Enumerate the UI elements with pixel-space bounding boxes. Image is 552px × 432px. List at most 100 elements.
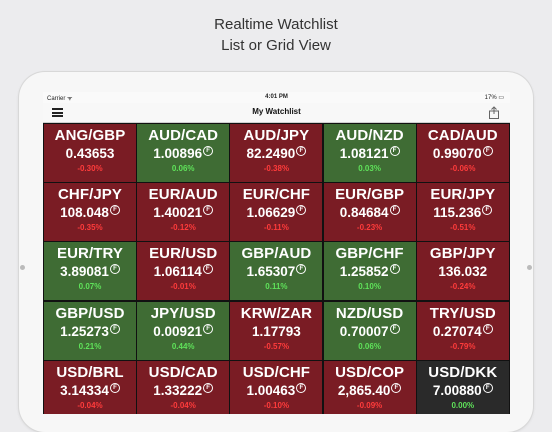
- tile-price-value: 82.2490: [246, 146, 296, 161]
- tile-price: 0.84684 F: [324, 205, 416, 220]
- tile-price-value: 0.99070: [432, 146, 482, 161]
- tile-change: 0.06%: [358, 341, 381, 351]
- promo-line-1: Realtime Watchlist: [214, 16, 338, 33]
- tile-pair: AUD/NZD: [335, 127, 404, 144]
- tile-usd-chf[interactable]: USD/CHF 1.00463 F -0.10%: [230, 360, 323, 414]
- tile-price-value: 3.14334: [60, 382, 109, 398]
- tile-pair: EUR/TRY: [57, 245, 123, 263]
- tile-change: -0.09%: [356, 400, 383, 410]
- tile-pair: GBP/CHF: [335, 245, 404, 263]
- tile-usd-dkk[interactable]: USD/DKK 7.00880 F 0.00%: [416, 360, 509, 414]
- tile-usd-brl[interactable]: USD/BRL 3.14334 F -0.04%: [44, 360, 136, 414]
- favorite-badge-icon: F: [296, 264, 307, 275]
- tile-eur-try[interactable]: EUR/TRY 3.89081 F 0.07%: [44, 242, 136, 301]
- tile-change: -0.38%: [263, 164, 290, 173]
- tile-price: 1.06114 F: [137, 264, 229, 279]
- tile-gbp-jpy[interactable]: GBP/JPY 136.032 -0.24%: [416, 242, 509, 301]
- tile-price-value: 2,865.40: [337, 382, 391, 398]
- battery-indicator: 17% ▭: [484, 95, 504, 101]
- tile-price: 1.33222 F: [137, 382, 229, 398]
- tile-price: 1.06629 F: [230, 205, 322, 220]
- tile-eur-gbp[interactable]: EUR/GBP 0.84684 F -0.23%: [323, 183, 416, 242]
- tile-krw-zar[interactable]: KRW/ZAR 1.17793 -0.57%: [230, 301, 323, 360]
- favorite-badge-icon: F: [109, 382, 120, 393]
- favorite-badge-icon: F: [482, 146, 493, 156]
- tile-pair: NZD/USD: [335, 304, 404, 322]
- tile-price-value: 3.89081: [60, 264, 109, 280]
- tile-pair: EUR/CHF: [242, 186, 311, 204]
- tile-eur-chf[interactable]: EUR/CHF 1.06629 F -0.11%: [230, 183, 323, 242]
- tile-price: 3.14334 F: [44, 382, 136, 398]
- tile-price-value: 1.17793: [251, 323, 301, 339]
- tile-cad-aud[interactable]: CAD/AUD 0.99070 F -0.06%: [416, 124, 509, 182]
- tile-price-value: 0.43653: [65, 146, 115, 161]
- tile-try-usd[interactable]: TRY/USD 0.27074 F -0.79%: [416, 301, 509, 360]
- tile-pair: TRY/USD: [429, 304, 496, 322]
- tile-price: 7.00880 F: [417, 382, 509, 398]
- tile-eur-aud[interactable]: EUR/AUD 1.40021 F -0.12%: [137, 183, 230, 242]
- promo-caption: Realtime Watchlist List or Grid View: [0, 14, 552, 56]
- tile-change: -0.35%: [77, 223, 103, 233]
- tile-ang-gbp[interactable]: ANG/GBP 0.43653 -0.30%: [44, 124, 136, 182]
- app-screen: Carrier ᯤ 4:01 PM 17% ▭ My Watchlist ANG…: [43, 92, 510, 414]
- tile-price-value: 1.33222: [153, 382, 203, 398]
- tile-price: 1.00463 F: [230, 382, 322, 398]
- tile-change: -0.04%: [77, 400, 103, 410]
- tile-nzd-usd[interactable]: NZD/USD 0.70007 F 0.06%: [323, 301, 416, 360]
- favorite-badge-icon: F: [389, 205, 400, 216]
- tile-price-value: 1.25852: [339, 264, 389, 280]
- favorite-badge-icon: F: [482, 323, 493, 334]
- home-dot-icon: [527, 265, 532, 270]
- tile-price-value: 7.00880: [432, 382, 482, 398]
- tile-pair: USD/CHF: [242, 363, 311, 381]
- tile-price-value: 1.00896: [153, 146, 203, 161]
- tile-price-value: 1.25273: [60, 323, 109, 339]
- tile-price: 0.00921 F: [137, 323, 229, 339]
- share-icon[interactable]: [488, 106, 500, 119]
- favorite-badge-icon: F: [391, 382, 402, 393]
- tile-price: 0.27074 F: [417, 323, 509, 339]
- tile-gbp-usd[interactable]: GBP/USD 1.25273 F 0.21%: [44, 301, 136, 360]
- tile-jpy-usd[interactable]: JPY/USD 0.00921 F 0.44%: [137, 301, 230, 360]
- tile-aud-jpy[interactable]: AUD/JPY 82.2490 F -0.38%: [230, 124, 323, 182]
- camera-dot-icon: [20, 265, 25, 270]
- favorite-badge-icon: F: [296, 146, 307, 156]
- tile-pair: AUD/JPY: [243, 127, 310, 144]
- tile-price-value: 1.06629: [246, 205, 296, 221]
- tile-price-value: 1.08121: [339, 146, 389, 161]
- promo-line-2: List or Grid View: [221, 37, 331, 54]
- tile-pair: GBP/USD: [55, 304, 125, 322]
- tile-chf-jpy[interactable]: CHF/JPY 108.048 F -0.35%: [44, 183, 136, 242]
- tile-change: -0.06%: [450, 164, 476, 173]
- favorite-badge-icon: F: [389, 264, 400, 275]
- favorite-badge-icon: F: [203, 323, 214, 334]
- tile-change: 0.11%: [265, 282, 288, 292]
- tile-change: 0.00%: [451, 400, 475, 410]
- tile-pair: EUR/GBP: [335, 186, 405, 204]
- favorite-badge-icon: F: [203, 146, 214, 156]
- favorite-badge-icon: F: [296, 382, 307, 393]
- tile-change: -0.04%: [170, 400, 196, 410]
- tile-gbp-aud[interactable]: GBP/AUD 1.65307 F 0.11%: [230, 242, 323, 301]
- tile-pair: GBP/AUD: [241, 245, 312, 263]
- tile-aud-nzd[interactable]: AUD/NZD 1.08121 F 0.03%: [323, 124, 416, 182]
- tile-price: 1.00896 F: [137, 146, 229, 161]
- tile-pair: EUR/USD: [149, 245, 218, 263]
- tile-price-value: 108.048: [60, 205, 109, 221]
- favorite-badge-icon: F: [482, 205, 493, 216]
- tile-eur-jpy[interactable]: EUR/JPY 115.236 F -0.51%: [416, 183, 509, 242]
- tile-pair: AUD/CAD: [148, 127, 219, 144]
- tile-usd-cop[interactable]: USD/COP 2,865.40 F -0.09%: [323, 360, 416, 414]
- favorite-badge-icon: F: [389, 323, 400, 334]
- tile-price: 0.70007 F: [324, 323, 416, 339]
- tile-eur-usd[interactable]: EUR/USD 1.06114 F -0.01%: [137, 242, 230, 301]
- tile-change: -0.10%: [263, 400, 290, 410]
- tile-gbp-chf[interactable]: GBP/CHF 1.25852 F 0.10%: [323, 242, 416, 301]
- tile-change: 0.03%: [358, 164, 381, 173]
- tile-change: -0.79%: [450, 341, 476, 351]
- tile-usd-cad[interactable]: USD/CAD 1.33222 F -0.04%: [137, 360, 230, 414]
- tile-price-value: 1.06114: [153, 264, 202, 280]
- tile-price-value: 0.27074: [432, 323, 482, 339]
- tile-aud-cad[interactable]: AUD/CAD 1.00896 F 0.06%: [137, 124, 230, 182]
- favorite-badge-icon: F: [482, 382, 493, 393]
